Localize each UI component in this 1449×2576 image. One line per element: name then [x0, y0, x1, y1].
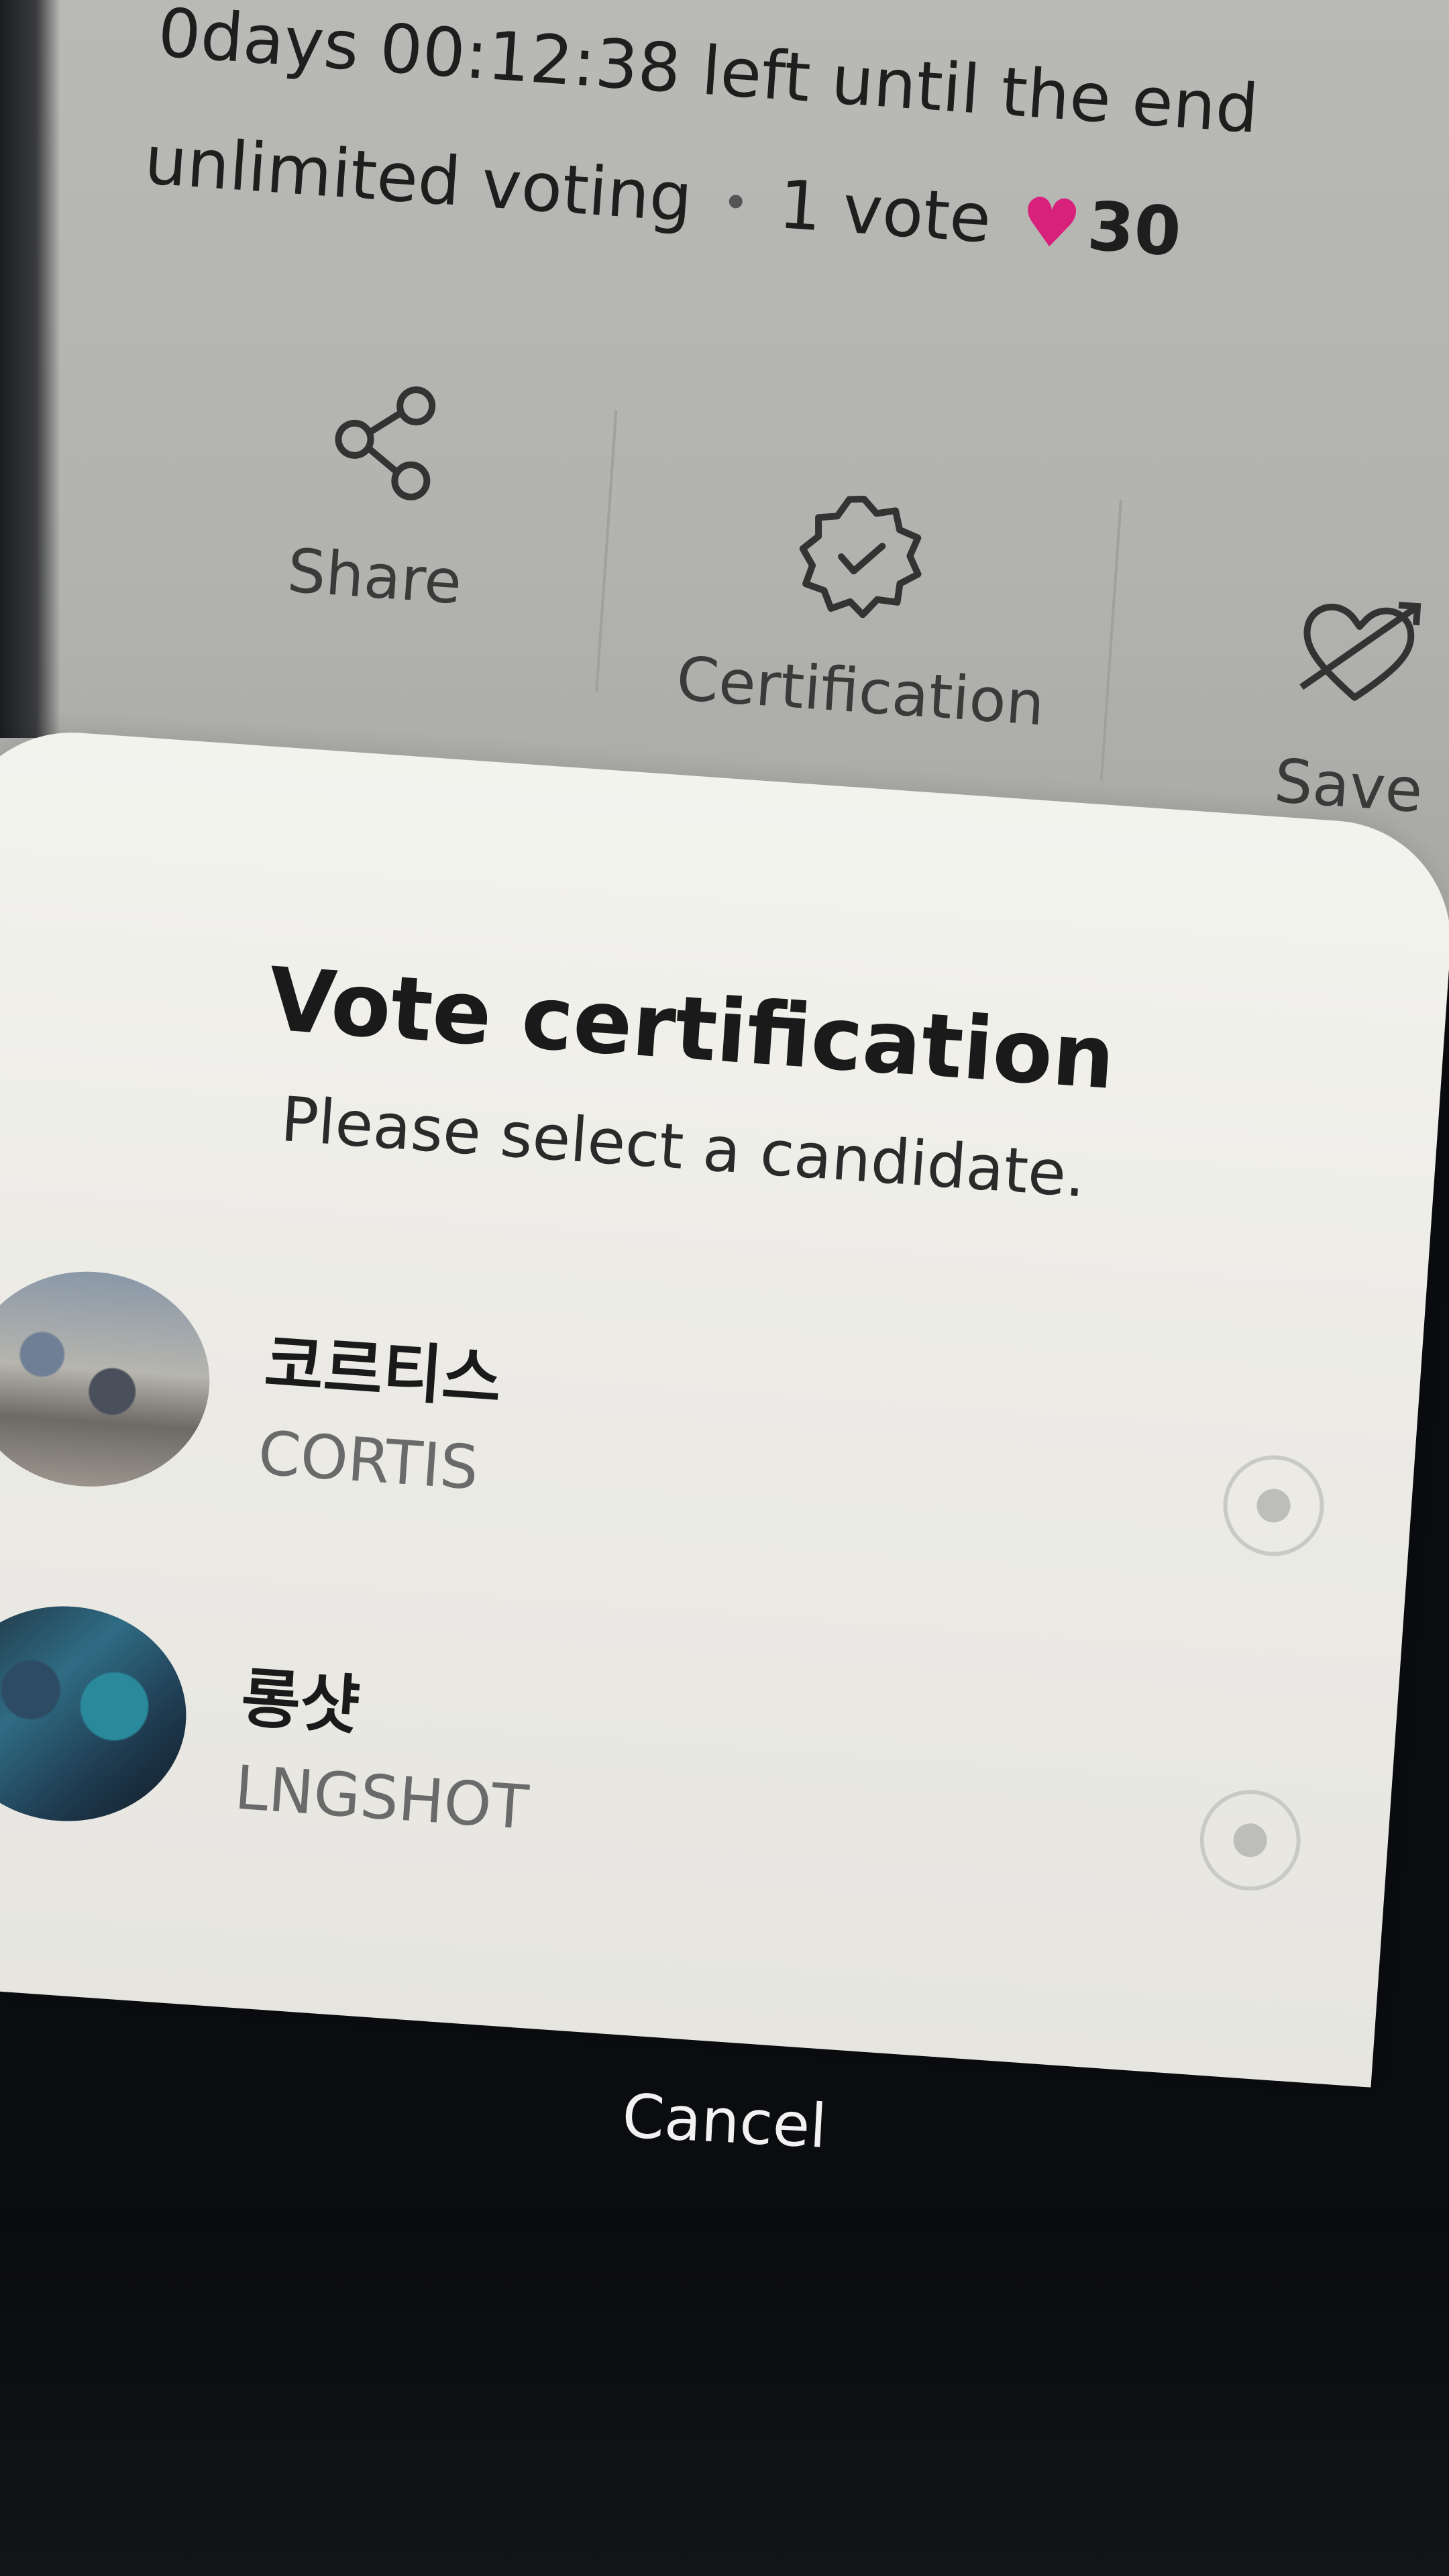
badge-check-icon: [799, 496, 922, 619]
candidate-photo: [0, 1598, 194, 1829]
heart-icon: ♥: [1018, 182, 1084, 265]
candidate-name-en: LNGSHOT: [232, 1752, 531, 1843]
heart-count: 30: [1085, 186, 1184, 272]
candidate-name-en: CORTIS: [256, 1417, 481, 1504]
certification-label: Certification: [674, 643, 1047, 740]
bottom-area: [0, 2214, 1449, 2576]
candidate-name-ko: 롱샷: [238, 1660, 362, 1744]
share-button[interactable]: Share: [198, 362, 562, 624]
candidate-option[interactable]: 롱샷 LNGSHOT: [0, 1598, 1344, 1936]
divider: [1099, 499, 1123, 781]
save-button[interactable]: Save: [1172, 572, 1449, 833]
candidate-option[interactable]: 코르티스 CORTIS: [0, 1263, 1368, 1602]
candidate-photo: [0, 1263, 217, 1495]
radio-dot: [1232, 1822, 1269, 1858]
separator-dot: [728, 194, 743, 209]
candidate-radio[interactable]: [1196, 1786, 1304, 1894]
candidate-radio[interactable]: [1220, 1452, 1328, 1560]
share-label: Share: [285, 535, 464, 619]
candidate-name-ko: 코르티스: [262, 1326, 504, 1417]
share-icon: [335, 386, 436, 500]
device-edge: [0, 0, 60, 738]
divider: [595, 410, 618, 692]
certification-button[interactable]: Certification: [674, 476, 1047, 740]
vote-count: 1 vote: [776, 165, 994, 258]
radio-dot: [1255, 1487, 1292, 1524]
vote-certification-sheet: Vote certification Please select a candi…: [0, 724, 1449, 2088]
heart-arrow-icon: [1299, 602, 1421, 701]
